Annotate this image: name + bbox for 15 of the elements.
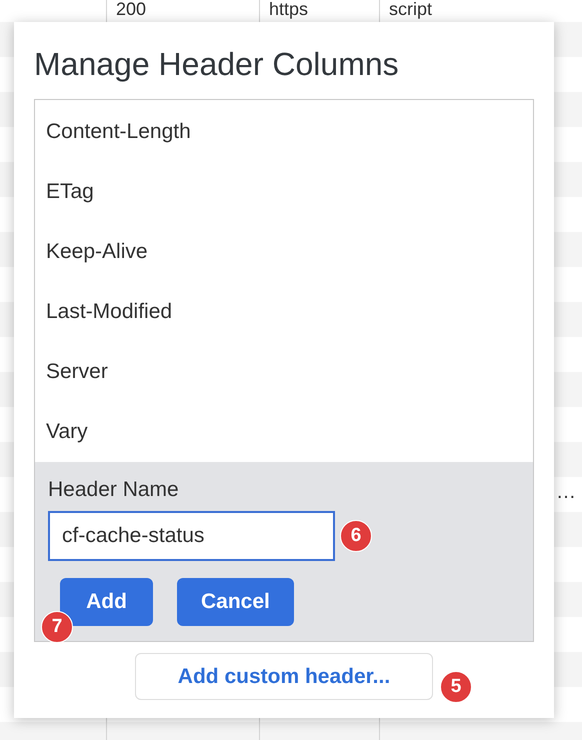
cancel-button[interactable]: Cancel: [177, 578, 294, 626]
step-badge: 7: [41, 611, 73, 643]
table-cell: …: [556, 481, 576, 504]
field-label: Header Name: [48, 477, 180, 503]
header-list-item[interactable]: ETag: [35, 162, 533, 222]
step-badge: 5: [440, 671, 472, 703]
header-list-item[interactable]: Last-Modified: [35, 282, 533, 342]
dialog-title: Manage Header Columns: [34, 45, 400, 84]
header-list-item[interactable]: Content-Length: [35, 102, 533, 162]
header-name-field[interactable]: cf-cache-status: [48, 511, 335, 561]
step-badge: 6: [340, 520, 372, 552]
header-list-item[interactable]: Vary: [35, 402, 533, 462]
header-list-item[interactable]: Server: [35, 342, 533, 402]
header-list-item[interactable]: Keep-Alive: [35, 222, 533, 282]
add-button[interactable]: Add: [60, 578, 153, 626]
